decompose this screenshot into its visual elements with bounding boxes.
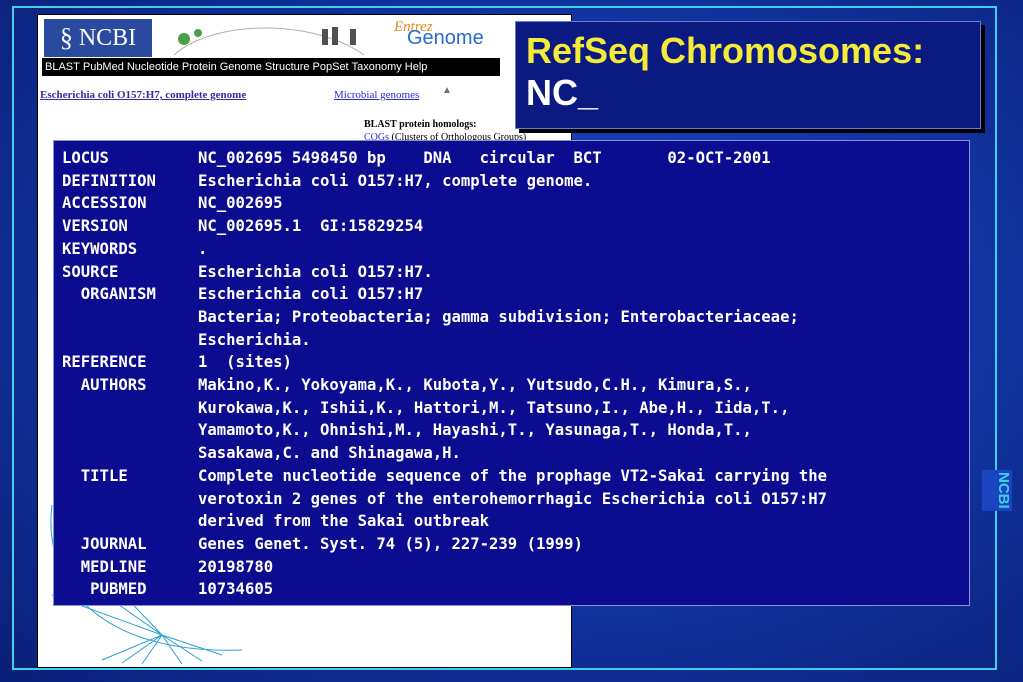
record-key: ACCESSION xyxy=(62,194,147,213)
record-value: NC_002695 xyxy=(198,194,283,213)
record-value: Sasakawa,C. and Shinagawa,H. xyxy=(198,444,461,463)
ncbi-side-label: NCBI xyxy=(982,470,1012,511)
helix-icon: § xyxy=(59,23,73,52)
record-key: LOCUS xyxy=(62,149,109,167)
record-value: Genes Genet. Syst. 74 (5), 227-239 (1999… xyxy=(198,534,583,553)
genome-link[interactable]: Escherichia coli O157:H7, complete genom… xyxy=(40,89,246,101)
sequence-art xyxy=(154,19,384,57)
record-line: MEDLINE 20198780 xyxy=(62,556,969,579)
record-key: TITLE xyxy=(62,466,128,485)
record-line: AUTHORS Makino,K., Yokoyama,K., Kubota,Y.… xyxy=(62,374,969,397)
record-line: Escherichia. xyxy=(62,329,969,352)
record-key: KEYWORDS xyxy=(62,239,138,258)
up-arrow-icon[interactable]: ▲ xyxy=(442,85,452,96)
nav-item-help[interactable]: Help xyxy=(405,61,428,73)
nav-item-protein[interactable]: Protein xyxy=(182,61,217,73)
record-line: TITLE Complete nucleotide sequence of the… xyxy=(62,465,969,488)
genbank-record: LOCUS NC_002695 5498450 bp DNA circular B… xyxy=(53,140,970,606)
nav-item-taxonomy[interactable]: Taxonomy xyxy=(352,61,402,73)
record-value: 20198780 xyxy=(198,557,274,576)
record-line: ACCESSION NC_002695 xyxy=(62,192,969,215)
nav-item-structure[interactable]: Structure xyxy=(265,61,310,73)
record-line: verotoxin 2 genes of the enterohemorrhag… xyxy=(62,488,969,511)
microbial-genomes-link[interactable]: Microbial genomes xyxy=(334,89,419,101)
record-text: LOCUS NC_002695 5498450 bp DNA circular B… xyxy=(62,147,969,601)
nav-item-pubmed[interactable]: PubMed xyxy=(83,61,124,73)
genome-wordmark: Genome xyxy=(407,27,484,49)
record-value: NC_002695 5498450 bp DNA circular BCT 02… xyxy=(198,149,771,167)
record-key: AUTHORS xyxy=(62,376,147,395)
record-line: Kurokawa,K., Ishii,K., Hattori,M., Tatsu… xyxy=(62,397,969,420)
record-value: Escherichia. xyxy=(198,330,311,349)
record-value: derived from the Sakai outbreak xyxy=(198,512,490,531)
record-line: Yamamoto,K., Ohnishi,M., Hayashi,T., Yas… xyxy=(62,419,969,442)
nav-item-nucleotide[interactable]: Nucleotide xyxy=(127,61,179,73)
record-value: . xyxy=(198,239,208,258)
blast-heading: BLAST protein homologs: xyxy=(364,119,477,130)
record-line: SOURCE Escherichia coli O157:H7. xyxy=(62,261,969,284)
record-key: PUBMED xyxy=(62,580,147,599)
record-line: KEYWORDS. xyxy=(62,238,969,261)
nav-item-genome[interactable]: Genome xyxy=(220,61,262,73)
slide-title-line1: RefSeq Chromosomes: xyxy=(526,30,925,71)
record-value: Kurokawa,K., Ishii,K., Hattori,M., Tatsu… xyxy=(198,398,790,417)
record-value: 10734605 xyxy=(198,580,274,599)
record-key: SOURCE xyxy=(62,262,119,281)
record-line: JOURNAL Genes Genet. Syst. 74 (5), 227-23… xyxy=(62,533,969,556)
record-value: 1 (sites) xyxy=(198,353,292,372)
record-value: Escherichia coli O157:H7. xyxy=(198,262,433,281)
nav-item-popset[interactable]: PopSet xyxy=(313,61,349,73)
nav-item-blast[interactable]: BLAST xyxy=(45,61,80,73)
ncbi-logo[interactable]: § NCBI xyxy=(44,19,152,57)
record-value: Escherichia coli O157:H7 xyxy=(198,285,424,304)
record-key: REFERENCE xyxy=(62,353,147,372)
logo-text: NCBI xyxy=(78,24,137,51)
record-value: Bacteria; Proteobacteria; gamma subdivis… xyxy=(198,307,799,326)
record-key: DEFINITION xyxy=(62,171,156,190)
record-line: PUBMED 10734605 xyxy=(62,578,969,601)
record-key: ORGANISM xyxy=(62,285,156,304)
record-value: NC_002695.1 GI:15829254 xyxy=(198,217,424,236)
record-line: Sasakawa,C. and Shinagawa,H. xyxy=(62,442,969,465)
slide-title-line2: NC_ xyxy=(526,72,599,113)
record-key: JOURNAL xyxy=(62,534,147,553)
record-value: Complete nucleotide sequence of the prop… xyxy=(198,466,828,485)
ncbi-navbar: BLAST PubMed Nucleotide Protein Genome S… xyxy=(42,58,500,76)
record-key: MEDLINE xyxy=(62,557,147,576)
record-line: LOCUS NC_002695 5498450 bp DNA circular B… xyxy=(62,147,969,170)
record-line: VERSION NC_002695.1 GI:15829254 xyxy=(62,215,969,238)
slide-title-box: RefSeq Chromosomes: NC_ xyxy=(515,21,981,129)
record-value: Yamamoto,K., Ohnishi,M., Hayashi,T., Yas… xyxy=(198,421,752,440)
record-line: REFERENCE 1 (sites) xyxy=(62,351,969,374)
record-value: verotoxin 2 genes of the enterohemorrhag… xyxy=(198,489,828,508)
record-line: Bacteria; Proteobacteria; gamma subdivis… xyxy=(62,306,969,329)
record-line: DEFINITION Escherichia coli O157:H7, comp… xyxy=(62,170,969,193)
record-line: ORGANISM Escherichia coli O157:H7 xyxy=(62,283,969,306)
record-value: Makino,K., Yokoyama,K., Kubota,Y., Yutsu… xyxy=(198,376,752,395)
record-key: VERSION xyxy=(62,217,128,236)
record-line: derived from the Sakai outbreak xyxy=(62,510,969,533)
record-value: Escherichia coli O157:H7, complete genom… xyxy=(198,171,593,190)
